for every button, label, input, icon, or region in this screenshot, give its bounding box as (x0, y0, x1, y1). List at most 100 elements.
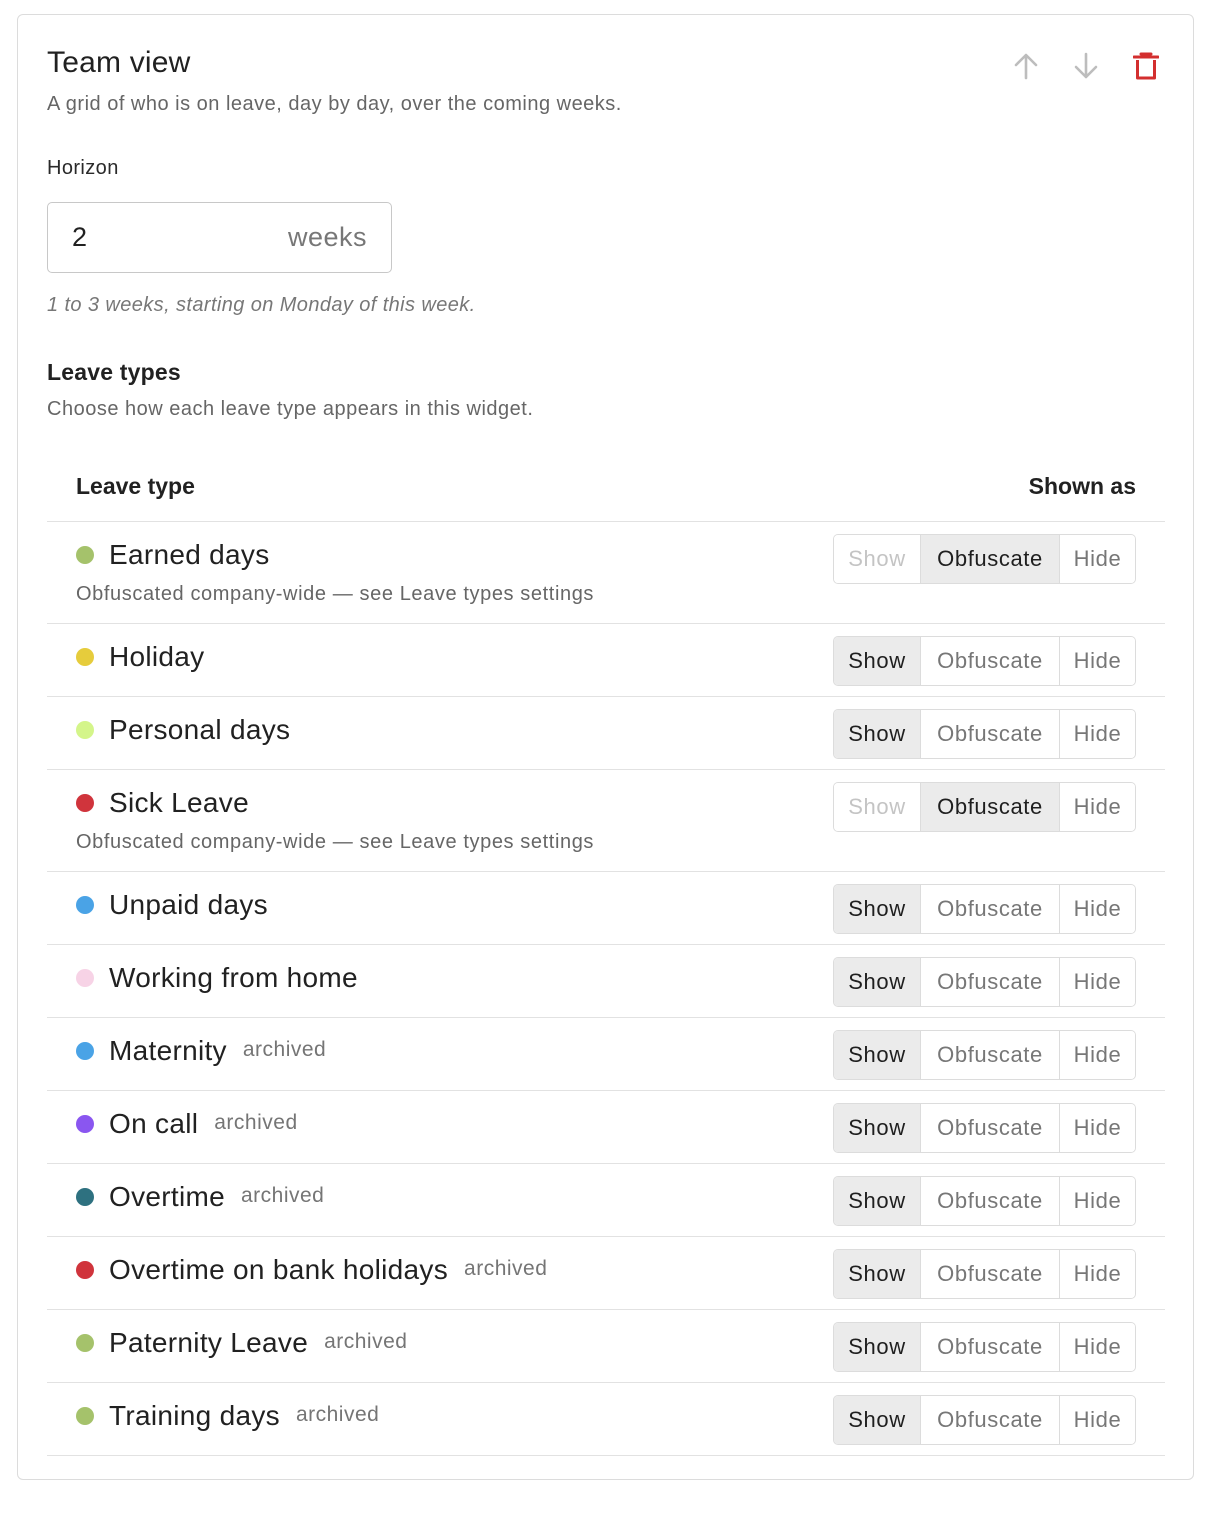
hide-option-button[interactable]: Hide (1059, 1250, 1135, 1298)
show-option-button[interactable]: Show (834, 1177, 920, 1225)
show-option-button[interactable]: Show (834, 1104, 920, 1152)
hide-option-button[interactable]: Hide (1059, 1396, 1135, 1444)
horizon-unit: weeks (287, 222, 367, 252)
move-down-button[interactable] (1067, 47, 1105, 85)
show-option-button[interactable]: Show (834, 1396, 920, 1444)
hide-option-button[interactable]: Hide (1059, 885, 1135, 933)
table-row: Paternity Leave archived Show Obfuscate Hide (47, 1310, 1165, 1383)
hide-option-button[interactable]: Hide (1059, 1104, 1135, 1152)
show-option-button: Show (834, 783, 920, 831)
obfuscate-option-button[interactable]: Obfuscate (920, 1396, 1059, 1444)
leave-type-name: Sick Leave (109, 787, 249, 818)
table-row: Overtime archived Show Obfuscate Hide (47, 1164, 1165, 1237)
leave-type-color-dot (76, 1042, 94, 1060)
table-row: Maternity archived Show Obfuscate Hide (47, 1018, 1165, 1091)
leave-type-name: Earned days (109, 539, 270, 570)
obfuscate-option-button[interactable]: Obfuscate (920, 637, 1059, 685)
leave-type-cell: Earned days (76, 538, 270, 572)
obfuscate-option-button[interactable]: Obfuscate (920, 958, 1059, 1006)
obfuscate-option-button[interactable]: Obfuscate (920, 1104, 1059, 1152)
show-option-button[interactable]: Show (834, 1031, 920, 1079)
obfuscate-option-button[interactable]: Obfuscate (920, 1177, 1059, 1225)
table-row: Working from home Show Obfuscate Hide (47, 945, 1165, 1018)
horizon-value[interactable]: 2 (72, 222, 288, 253)
leave-types-subtitle: Choose how each leave type appears in th… (47, 398, 534, 420)
leave-type-cell: On call archived (76, 1107, 298, 1141)
leave-type-cell: Training days archived (76, 1399, 379, 1433)
shown-as-segmented-control: Show Obfuscate Hide (833, 1030, 1136, 1080)
leave-type-name: Paternity Leave (109, 1327, 309, 1358)
leave-type-name: Unpaid days (109, 889, 268, 920)
horizon-hint: 1 to 3 weeks, starting on Monday of this… (47, 294, 476, 316)
hide-option-button[interactable]: Hide (1059, 535, 1135, 583)
leave-type-name: Training days (109, 1400, 280, 1431)
leave-types-title: Leave types (47, 359, 181, 385)
leave-type-cell: Personal days (76, 713, 290, 747)
leave-type-color-dot (76, 1334, 94, 1352)
leave-type-cell: Working from home (76, 961, 358, 995)
leave-type-note: Obfuscated company-wide — see Leave type… (76, 583, 595, 605)
leave-type-color-dot (76, 969, 94, 987)
leave-type-color-dot (76, 721, 94, 739)
leave-type-cell: Overtime archived (76, 1180, 324, 1214)
leave-type-color-dot (76, 794, 94, 812)
shown-as-segmented-control: Show Obfuscate Hide (833, 534, 1136, 584)
team-view-widget-card: Team view A grid of who is on leave, day… (17, 14, 1194, 1480)
table-row: Overtime on bank holidays archived Show Obf… (47, 1237, 1165, 1310)
leave-type-color-dot (76, 546, 94, 564)
table-row: Personal days Show Obfuscate Hide (47, 697, 1165, 770)
horizon-label: Horizon (47, 157, 119, 179)
leave-type-cell: Holiday (76, 640, 204, 674)
obfuscate-option-button[interactable]: Obfuscate (920, 710, 1059, 758)
widget-actions (1007, 47, 1165, 85)
obfuscate-option-button[interactable]: Obfuscate (920, 1031, 1059, 1079)
shown-as-segmented-control: Show Obfuscate Hide (833, 1395, 1136, 1445)
leave-type-rows: Earned days Obfuscated company-wide — see… (47, 522, 1165, 1456)
move-up-button[interactable] (1007, 47, 1045, 85)
hide-option-button[interactable]: Hide (1059, 1031, 1135, 1079)
show-option-button: Show (834, 535, 920, 583)
leave-types-table: Leave type Shown as Earned days Obfuscate… (47, 447, 1165, 1456)
leave-type-color-dot (76, 648, 94, 666)
hide-option-button[interactable]: Hide (1059, 783, 1135, 831)
horizon-input[interactable]: 2 weeks (47, 202, 392, 273)
leave-type-cell: Overtime on bank holidays archived (76, 1253, 547, 1287)
show-option-button[interactable]: Show (834, 1250, 920, 1298)
hide-option-button[interactable]: Hide (1059, 1177, 1135, 1225)
shown-as-segmented-control: Show Obfuscate Hide (833, 1249, 1136, 1299)
shown-as-segmented-control: Show Obfuscate Hide (833, 1322, 1136, 1372)
trash-icon (1133, 52, 1159, 80)
obfuscate-option-button[interactable]: Obfuscate (920, 885, 1059, 933)
leave-type-name: Working from home (109, 962, 358, 993)
hide-option-button[interactable]: Hide (1059, 710, 1135, 758)
show-option-button[interactable]: Show (834, 958, 920, 1006)
delete-button[interactable] (1127, 47, 1165, 85)
table-row: On call archived Show Obfuscate Hide (47, 1091, 1165, 1164)
show-option-button[interactable]: Show (834, 885, 920, 933)
leave-type-cell: Paternity Leave archived (76, 1326, 407, 1360)
show-option-button[interactable]: Show (834, 1323, 920, 1371)
shown-as-segmented-control: Show Obfuscate Hide (833, 957, 1136, 1007)
column-header-leave-type: Leave type (76, 473, 195, 499)
arrow-up-icon (1014, 53, 1038, 80)
obfuscate-option-button[interactable]: Obfuscate (920, 783, 1059, 831)
shown-as-segmented-control: Show Obfuscate Hide (833, 636, 1136, 686)
table-row: Unpaid days Show Obfuscate Hide (47, 872, 1165, 945)
show-option-button[interactable]: Show (834, 637, 920, 685)
obfuscate-option-button[interactable]: Obfuscate (920, 535, 1059, 583)
hide-option-button[interactable]: Hide (1059, 1323, 1135, 1371)
hide-option-button[interactable]: Hide (1059, 958, 1135, 1006)
obfuscate-option-button[interactable]: Obfuscate (920, 1250, 1059, 1298)
show-option-button[interactable]: Show (834, 710, 920, 758)
shown-as-segmented-control: Show Obfuscate Hide (833, 884, 1136, 934)
archived-label: archived (464, 1257, 548, 1280)
leave-type-cell: Unpaid days (76, 888, 268, 922)
shown-as-segmented-control: Show Obfuscate Hide (833, 782, 1136, 832)
leave-type-note: Obfuscated company-wide — see Leave type… (76, 831, 595, 853)
obfuscate-option-button[interactable]: Obfuscate (920, 1323, 1059, 1371)
shown-as-segmented-control: Show Obfuscate Hide (833, 709, 1136, 759)
hide-option-button[interactable]: Hide (1059, 637, 1135, 685)
table-header: Leave type Shown as (47, 447, 1165, 522)
leave-type-name: Maternity (109, 1035, 227, 1066)
leave-type-color-dot (76, 1261, 94, 1279)
